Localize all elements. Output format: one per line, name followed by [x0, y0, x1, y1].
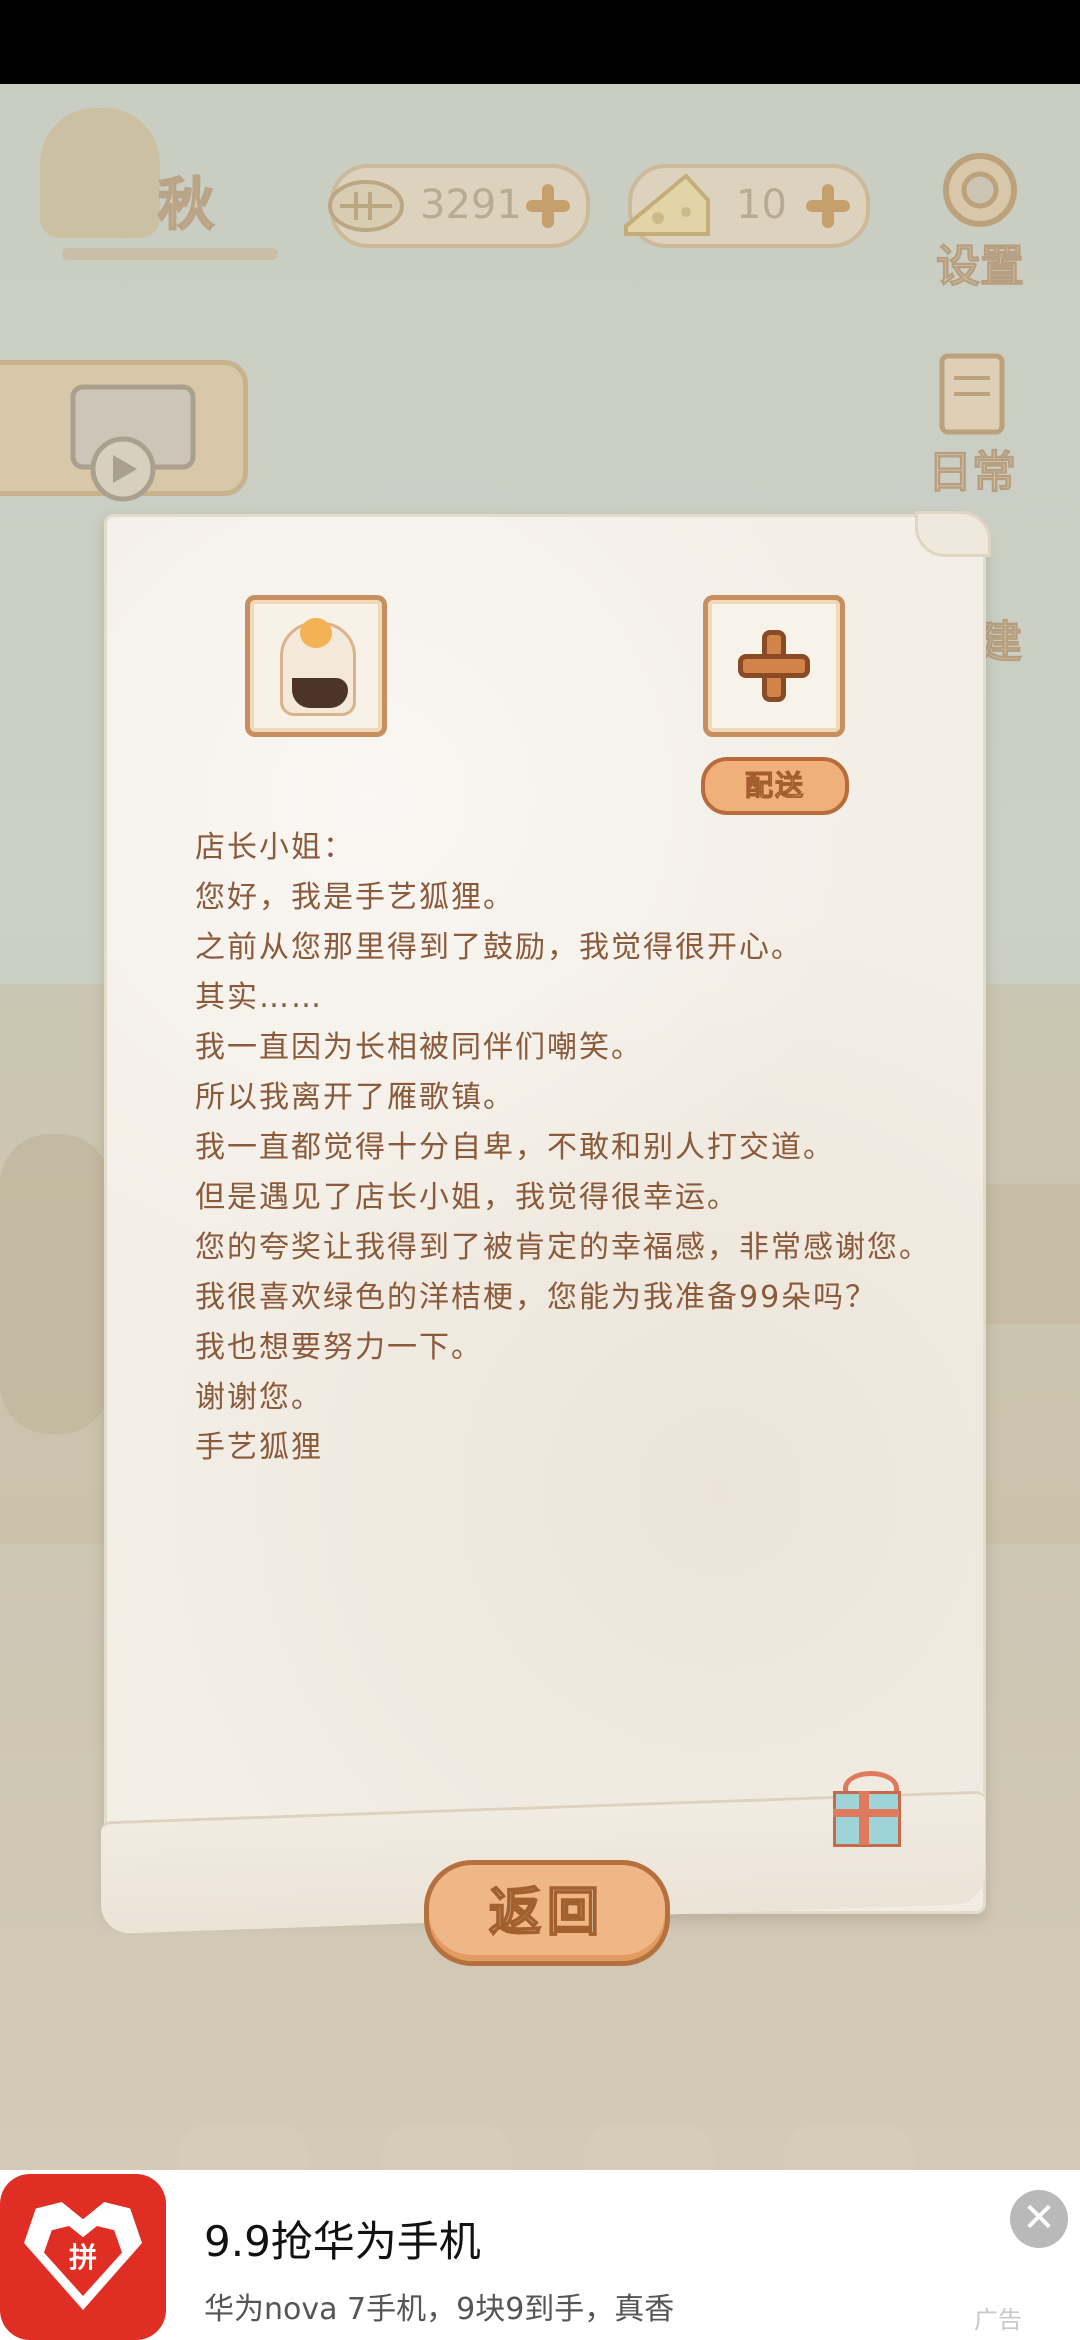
fox-face: [300, 618, 332, 648]
add-item-slot[interactable]: [703, 595, 845, 737]
daily-button[interactable]: 日常: [912, 346, 1032, 500]
season-progress-bar: [62, 248, 278, 260]
letter-line: 我一直都觉得十分自卑，不敢和别人打交道。: [195, 1130, 835, 1165]
scroll-icon: [939, 353, 1005, 435]
letter-line: 您的夸奖让我得到了被肯定的幸福感，非常感谢您。: [195, 1230, 931, 1265]
settings-button[interactable]: 设置: [920, 140, 1040, 294]
letter-line: 我很喜欢绿色的洋桔梗，您能为我准备99朵吗？: [195, 1280, 878, 1315]
letter-dialog: 配送 店长小姐： 您好，我是手艺狐狸。 之前从您那里得到了鼓励，我觉得很开心。 …: [101, 511, 991, 1935]
bag-play-icon: [70, 384, 196, 502]
cheese-count: 10: [736, 182, 787, 228]
plus-icon: [738, 630, 810, 702]
gift-icon[interactable]: [827, 1769, 903, 1847]
daily-label: 日常: [928, 447, 1017, 499]
fish-currency: 3291: [328, 164, 590, 248]
fish-bone-icon: [328, 180, 404, 232]
letter-line: 您好，我是手艺狐狸。: [195, 880, 515, 915]
letter-line: 店长小姐：: [195, 830, 355, 865]
logo-char: 拼: [68, 2241, 97, 2274]
settings-label: 设置: [936, 241, 1025, 293]
deliver-button[interactable]: 配送: [701, 757, 849, 815]
letter-line: 谢谢您。: [195, 1380, 323, 1415]
letter-body: 店长小姐： 您好，我是手艺狐狸。 之前从您那里得到了鼓励，我觉得很开心。 其实……: [195, 823, 935, 1473]
letter-line: 我也想要努力一下。: [195, 1330, 483, 1365]
cheese-icon: [624, 173, 710, 236]
bag-panel[interactable]: [0, 360, 248, 502]
pinduoduo-logo-icon: 拼: [0, 2174, 166, 2340]
add-fish-button[interactable]: [524, 182, 572, 230]
ad-banner[interactable]: 拼 9.9抢华为手机 华为nova 7手机，9块9到手，真香: [0, 2170, 1080, 2340]
tree-icon: [40, 108, 160, 238]
letter-line: 之前从您那里得到了鼓励，我觉得很开心。: [195, 930, 803, 965]
letter-line: 但是遇见了店长小姐，我觉得很幸运。: [195, 1180, 739, 1215]
letter-line: 其实……: [195, 980, 323, 1015]
fish-count: 3291: [420, 182, 522, 228]
ad-tag: 广告: [974, 2306, 1022, 2334]
season-badge[interactable]: 秋: [40, 108, 278, 260]
gift-ribbon: [833, 1809, 899, 1817]
background-tree: [0, 1134, 110, 1434]
ad-title: 9.9抢华为手机: [204, 2217, 481, 2266]
status-bar: [0, 0, 1080, 84]
close-ad-button[interactable]: ✕: [1010, 2190, 1068, 2248]
paper-curl: [915, 511, 991, 557]
gift-ribbon: [859, 1791, 869, 1845]
gear-icon: [943, 153, 1017, 227]
season-label: 秋: [157, 171, 215, 239]
letter-signature: 手艺狐狸: [195, 1430, 323, 1465]
add-cheese-button[interactable]: [804, 182, 852, 230]
letter-line: 我一直因为长相被同伴们嘲笑。: [195, 1030, 643, 1065]
back-button[interactable]: 返回: [424, 1860, 670, 1966]
fox-tail: [292, 678, 348, 708]
letter-line: 所以我离开了雁歌镇。: [195, 1080, 515, 1115]
ad-subtitle: 华为nova 7手机，9块9到手，真香: [204, 2292, 675, 2327]
cheese-currency: 10: [624, 164, 870, 248]
fox-avatar: [245, 595, 387, 737]
